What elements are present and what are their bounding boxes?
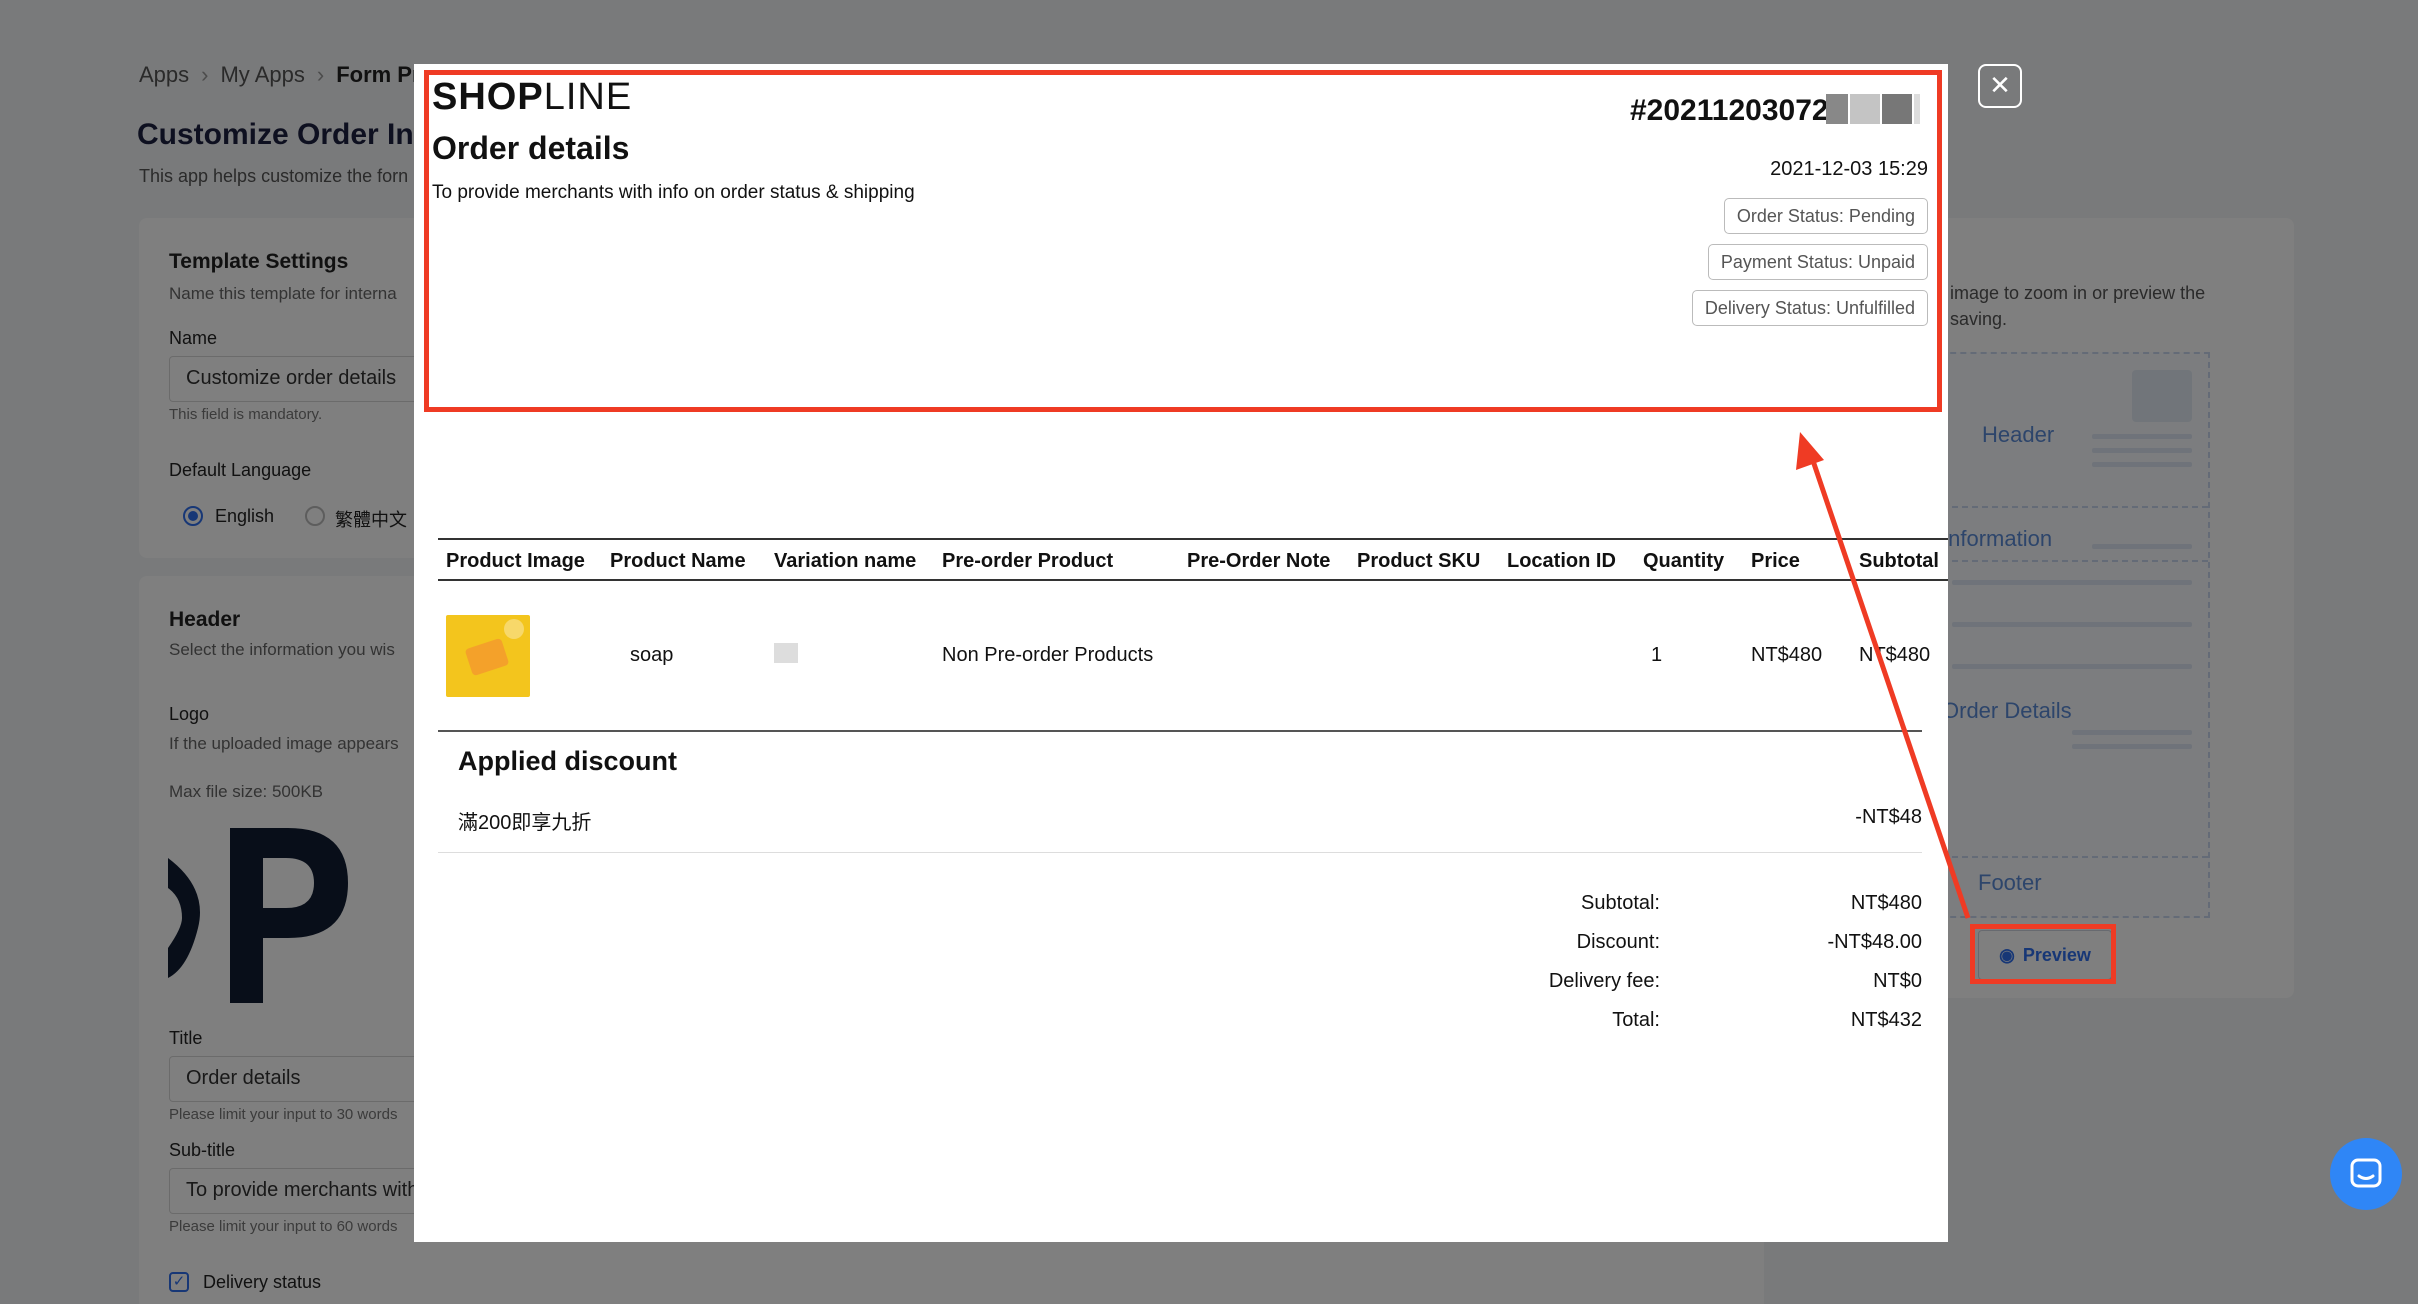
- price: NT$480: [1751, 644, 1823, 666]
- header-highlight-box: [424, 70, 1942, 412]
- column-header: Product Name: [602, 538, 766, 581]
- chat-support-button[interactable]: [2330, 1138, 2402, 1210]
- products-table: Product Image Product Name Variation nam…: [438, 538, 1948, 730]
- discount-amount: -NT$48: [1855, 806, 1922, 828]
- summary-delivery-value: NT$0: [1873, 970, 1922, 992]
- chat-icon: [2350, 1158, 2382, 1188]
- product-sku: [1349, 580, 1499, 730]
- divider: [438, 852, 1922, 853]
- summary-subtotal-value: NT$480: [1850, 892, 1922, 914]
- quantity: 1: [1651, 644, 1663, 666]
- column-header: Subtotal: [1851, 538, 1948, 581]
- column-header: Pre-order Product: [934, 538, 1179, 581]
- summary-total-label: Total:: [1612, 1009, 1660, 1031]
- close-modal-button[interactable]: ✕: [1978, 64, 2022, 108]
- subtotal: NT$480: [1859, 644, 1931, 666]
- table-header-row: Product Image Product Name Variation nam…: [438, 538, 1948, 581]
- column-header: Variation name: [766, 538, 934, 581]
- preorder-note: [1179, 580, 1349, 730]
- discount-name: 滿200即享九折: [458, 812, 592, 834]
- table-row: soap Non Pre-order Products 1 NT$480 NT$…: [438, 580, 1948, 730]
- column-header: Quantity: [1635, 538, 1743, 581]
- column-header: Pre-Order Note: [1179, 538, 1349, 581]
- column-header: Product Image: [438, 538, 602, 581]
- column-header: Product SKU: [1349, 538, 1499, 581]
- summary-discount-value: -NT$48.00: [1827, 931, 1923, 953]
- variation-placeholder: [774, 642, 798, 663]
- preorder-status: Non Pre-order Products: [942, 644, 1154, 666]
- summary-delivery-label: Delivery fee:: [1548, 970, 1660, 992]
- location-id: [1499, 580, 1635, 730]
- summary-total-value: NT$432: [1850, 1009, 1922, 1031]
- product-thumbnail: [446, 614, 530, 697]
- column-header: Price: [1743, 538, 1851, 581]
- product-name: soap: [630, 644, 674, 666]
- close-icon: ✕: [1989, 70, 2011, 100]
- applied-discount-heading: Applied discount: [458, 746, 677, 776]
- summary-subtotal-label: Subtotal:: [1581, 892, 1660, 914]
- variation-cell: [766, 580, 934, 730]
- product-image-cell: [438, 580, 602, 730]
- preview-highlight-box: [1970, 924, 2116, 984]
- column-header: Location ID: [1499, 538, 1635, 581]
- summary-discount-label: Discount:: [1576, 931, 1660, 953]
- divider: [438, 730, 1922, 732]
